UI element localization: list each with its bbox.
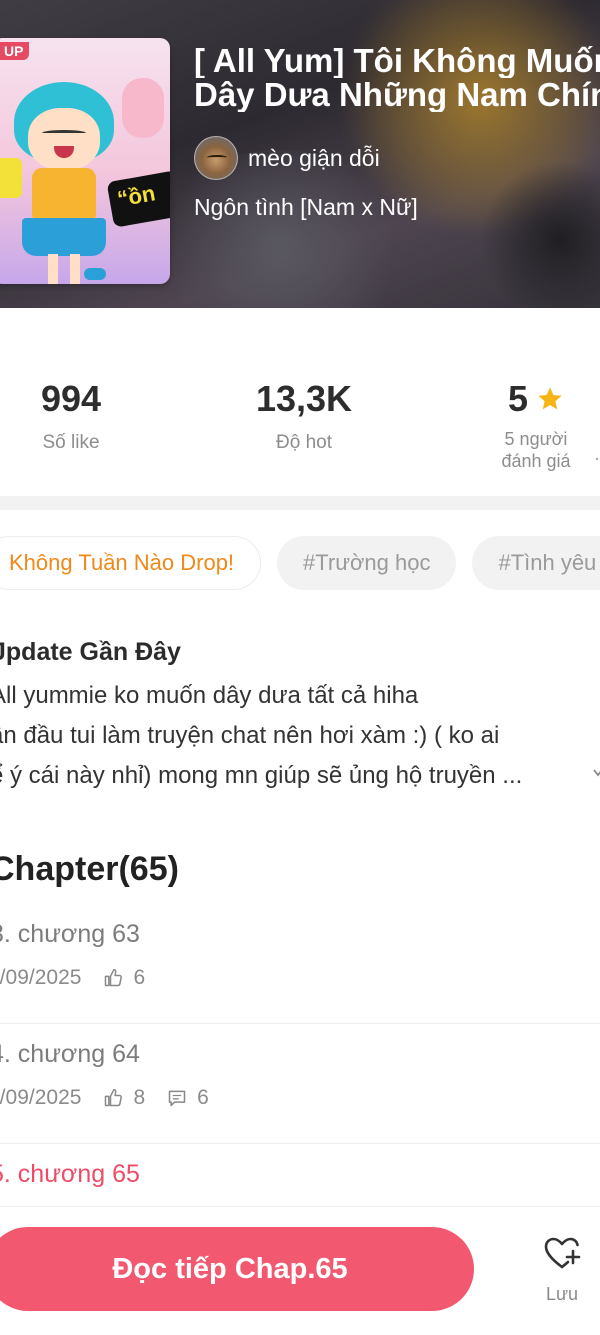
hot-count: 13,3K [255, 378, 353, 419]
overflow-indicator: · [594, 448, 600, 468]
tag-chip[interactable]: #Trường học [277, 536, 457, 590]
thumbs-up-icon [105, 968, 123, 987]
star-icon [538, 387, 562, 410]
description-title: Jpdate Gần Đây [0, 638, 181, 666]
rating-value: 5 [507, 378, 529, 419]
heart-plus-icon [544, 1237, 581, 1269]
stat-hot: 13,3K Độ hot [224, 378, 384, 454]
bottom-action-bar: Đọc tiếp Chap.65 Lưu [0, 1206, 600, 1335]
story-title-line-1: [ All Yum] Tôi Không Muốn [194, 44, 600, 78]
stat-rating[interactable]: 5 5 người đánh giá [470, 378, 600, 472]
description-line: ể ý cái này nhỉ) mong mn giúp sẽ ủng hộ … [0, 762, 523, 789]
description-text[interactable]: All yummie ko muốn dây dưa tất cả hiha ầ… [0, 676, 600, 796]
author-name[interactable]: mèo giận dỗi [248, 145, 380, 172]
tag-chip[interactable]: #Tình yêu [472, 536, 600, 590]
chapter-list-title: Chapter(65) [0, 850, 179, 888]
expand-icon[interactable] [592, 766, 600, 780]
stats-panel: 994 Số like 13,3K Độ hot 5 5 người đánh … [0, 308, 600, 496]
save-button[interactable]: Lưu [530, 1233, 594, 1305]
chapter-like-count: 6 [133, 966, 146, 989]
story-header: “ồn UP [ All Yum] Tôi Không Muốn Dây Dưa… [0, 0, 600, 308]
story-genre: Ngôn tình [Nam x Nữ] [194, 194, 418, 220]
story-title-line-2: Dây Dưa Những Nam Chín [194, 78, 600, 112]
section-divider [0, 496, 600, 510]
rating-action-label: đánh giá [501, 451, 571, 471]
stat-likes: 994 Số like [0, 378, 142, 454]
description-line: All yummie ko muốn dây dưa tất cả hiha [0, 682, 419, 709]
save-label: Lưu [545, 1284, 579, 1304]
rating-count-label: 5 người [504, 429, 568, 449]
likes-label: Số like [42, 432, 100, 453]
likes-count: 994 [40, 378, 102, 419]
chapter-row[interactable]: 4. chương 64 6/09/2025 8 6 [0, 1024, 600, 1144]
cover-badge: UP [0, 42, 30, 60]
continue-reading-button[interactable]: Đọc tiếp Chap.65 [0, 1227, 474, 1311]
chapter-title: 5. chương 65 [0, 1160, 140, 1188]
thumbs-up-icon [105, 1088, 123, 1107]
story-title: [ All Yum] Tôi Không Muốn Dây Dưa Những … [194, 44, 600, 112]
chapter-date: 5/09/2025 [0, 966, 82, 989]
chapter-title: 4. chương 64 [0, 1040, 140, 1068]
chapter-title: 3. chương 63 [0, 920, 140, 948]
hot-label: Độ hot [276, 432, 332, 453]
tag-list: Không Tuần Nào Drop! #Trường học #Tình y… [0, 536, 600, 590]
author-avatar[interactable] [194, 136, 238, 180]
cover-image[interactable]: “ồn UP [0, 38, 170, 284]
comment-icon [168, 1090, 186, 1107]
description-line: ần đầu tui làm truyện chat nên hơi xàm :… [0, 722, 500, 749]
author-link[interactable]: mèo giận dỗi [194, 136, 380, 180]
chapter-date: 6/09/2025 [0, 1086, 82, 1109]
chapter-row[interactable]: 3. chương 63 5/09/2025 6 [0, 904, 600, 1024]
cover-speech-bubble: “ồn [106, 170, 170, 228]
chapter-comment-count: 6 [197, 1086, 209, 1109]
chapter-like-count: 8 [133, 1086, 146, 1109]
tag-chip[interactable]: Không Tuần Nào Drop! [0, 536, 262, 590]
